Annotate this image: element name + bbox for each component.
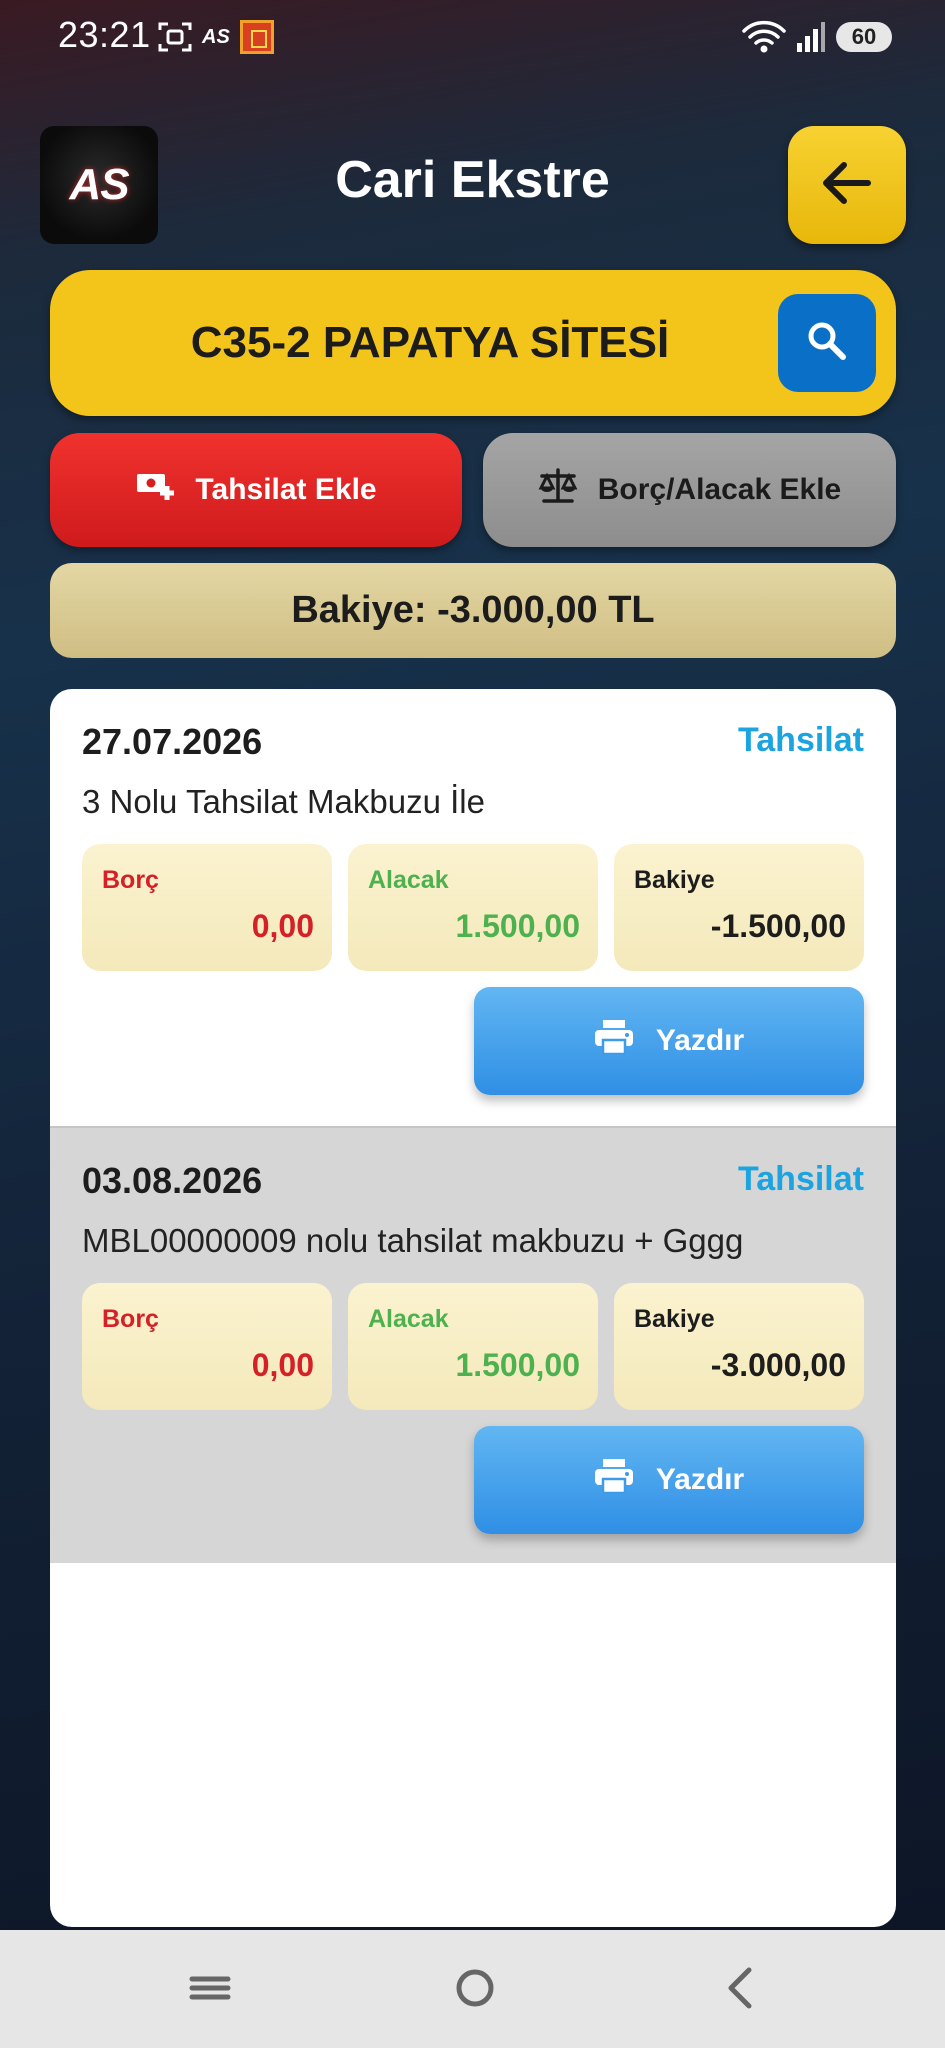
chevron-left-icon <box>725 1966 755 2015</box>
entry-date: 27.07.2026 <box>82 721 263 762</box>
recent-apps-button[interactable] <box>180 1962 240 2018</box>
debit-value: 0,00 <box>251 1347 314 1383</box>
credit-label: Alacak <box>368 866 449 894</box>
battery-icon: 60 <box>836 22 892 52</box>
statement-list: 27.07.2026 Tahsilat 3 Nolu Tahsilat Makb… <box>50 689 896 1927</box>
wifi-icon <box>742 18 788 56</box>
print-button[interactable]: Yazdır <box>474 1426 864 1534</box>
app-notification-icon: AS <box>202 25 230 48</box>
balance-summary: Bakiye: -3.000,00 TL <box>50 563 896 658</box>
scale-icon <box>538 467 578 513</box>
status-bar: 23:21 AS 60 <box>0 0 945 76</box>
search-button[interactable] <box>778 294 876 392</box>
statement-entry: 03.08.2026 Tahsilat MBL00000009 nolu tah… <box>50 1126 896 1563</box>
system-nav-bar <box>0 1930 945 2048</box>
debit-box: Borç 0,00 <box>82 844 332 971</box>
customer-bar: C35-2 PAPATYA SİTESİ <box>50 270 896 416</box>
status-time: 23:21 <box>58 14 151 55</box>
balance-label: Bakiye <box>634 1305 715 1333</box>
arrow-left-icon <box>822 161 872 210</box>
balance-box: Bakiye -3.000,00 <box>614 1283 864 1410</box>
search-icon <box>805 319 849 368</box>
balance-value: -3.000,00 <box>710 1347 846 1383</box>
credit-box: Alacak 1.500,00 <box>348 1283 598 1410</box>
debit-label: Borç <box>102 1305 159 1333</box>
debit-label: Borç <box>102 866 159 894</box>
entry-description: 3 Nolu Tahsilat Makbuzu İle <box>82 783 485 820</box>
app-logo: AS <box>40 126 158 244</box>
balance-box: Bakiye -1.500,00 <box>614 844 864 971</box>
add-payment-icon <box>135 470 175 510</box>
home-circle-icon <box>453 1966 497 2015</box>
add-collection-button[interactable]: Tahsilat Ekle <box>50 433 462 547</box>
add-collection-label: Tahsilat Ekle <box>195 473 377 506</box>
print-label: Yazdır <box>655 1024 745 1057</box>
home-button[interactable] <box>445 1962 505 2018</box>
credit-value: 1.500,00 <box>455 908 580 944</box>
balance-label: Bakiye <box>634 866 715 894</box>
notification-icon <box>240 20 274 54</box>
credit-box: Alacak 1.500,00 <box>348 844 598 971</box>
print-button[interactable]: Yazdır <box>474 987 864 1095</box>
entry-date: 03.08.2026 <box>82 1160 263 1201</box>
signal-icon <box>796 18 828 56</box>
statement-entry: 27.07.2026 Tahsilat 3 Nolu Tahsilat Makb… <box>50 689 896 1126</box>
debit-box: Borç 0,00 <box>82 1283 332 1410</box>
add-debt-credit-label: Borç/Alacak Ekle <box>597 473 842 506</box>
back-button[interactable] <box>788 126 906 244</box>
menu-icon <box>189 1973 231 2008</box>
entry-type: Tahsilat <box>738 721 864 759</box>
page-title: Cari Ekstre <box>335 151 610 209</box>
customer-name: C35-2 PAPATYA SİTESİ <box>190 318 670 367</box>
add-debt-credit-button[interactable]: Borç/Alacak Ekle <box>483 433 896 547</box>
print-label: Yazdır <box>655 1463 745 1496</box>
entry-description: MBL00000009 nolu tahsilat makbuzu + Gggg <box>82 1222 744 1259</box>
credit-label: Alacak <box>368 1305 449 1333</box>
entry-type: Tahsilat <box>738 1160 864 1198</box>
printer-icon <box>594 1019 634 1063</box>
debit-value: 0,00 <box>251 908 314 944</box>
system-back-button[interactable] <box>710 1962 770 2018</box>
balance-value: -1.500,00 <box>710 908 846 944</box>
credit-value: 1.500,00 <box>455 1347 580 1383</box>
printer-icon <box>594 1458 634 1502</box>
screenshot-icon <box>158 18 194 56</box>
